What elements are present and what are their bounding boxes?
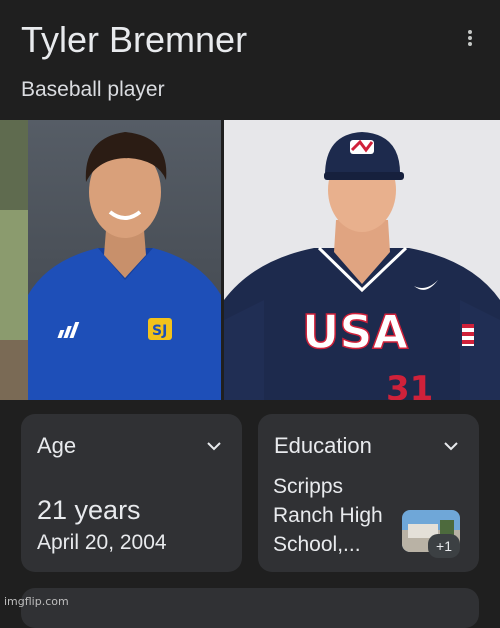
education-label: Education — [274, 433, 372, 458]
age-card[interactable]: Age 21 years April 20, 2004 — [21, 414, 242, 572]
more-options-icon[interactable] — [458, 24, 482, 52]
watermark: imgflip.com — [4, 595, 69, 608]
next-card-partial[interactable] — [21, 588, 479, 628]
photo-player-usa[interactable]: USA 31 — [224, 120, 500, 400]
education-card[interactable]: Education Scripps Ranch High School,... … — [258, 414, 479, 572]
age-value: 21 years — [37, 495, 141, 525]
svg-text:SJ: SJ — [152, 323, 167, 339]
education-value: Scripps Ranch High School,... — [273, 475, 383, 556]
page-title: Tyler Bremner — [21, 19, 248, 60]
chevron-down-icon[interactable] — [204, 436, 224, 456]
knowledge-panel-header: Tyler Bremner Baseball player — [0, 0, 500, 120]
more-images-count[interactable]: +1 — [428, 534, 460, 558]
photo-player-usa-image: USA 31 — [224, 120, 500, 400]
jersey-lettering: USA — [302, 305, 408, 359]
age-label: Age — [37, 433, 77, 458]
photo-player-polo-image: SJ — [28, 120, 221, 400]
entity-subtitle: Baseball player — [21, 78, 165, 101]
image-carousel[interactable]: SJ USA 31 — [0, 120, 500, 400]
birth-date: April 20, 2004 — [37, 531, 167, 554]
photo-partial-left[interactable] — [0, 120, 28, 400]
photo-player-polo[interactable]: SJ — [28, 120, 221, 400]
chevron-down-icon[interactable] — [441, 436, 461, 456]
jersey-number: 31 — [386, 369, 433, 400]
